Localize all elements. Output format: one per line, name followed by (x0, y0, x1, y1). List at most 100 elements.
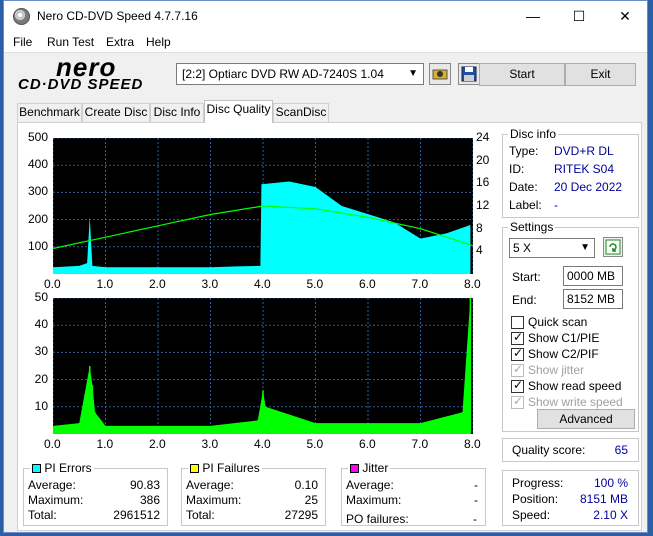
disc-id-label: ID: (509, 162, 525, 176)
window-title: Nero CD-DVD Speed 4.7.7.16 (37, 9, 198, 23)
tab-disc-quality[interactable]: Disc Quality (204, 100, 273, 123)
tab-disc-info[interactable]: Disc Info (150, 103, 204, 122)
settings-title: Settings (508, 220, 556, 234)
x-tick-label: 5.0 (306, 277, 324, 291)
end-label: End: (512, 293, 537, 307)
y-tick-label: 300 (27, 184, 48, 199)
speed-select-value: 5 X (513, 241, 532, 255)
title-bar: Nero CD-DVD Speed 4.7.7.16 — ☐ ✕ (4, 1, 647, 32)
pi-errors-chart (53, 138, 473, 274)
x-tick-label: 8.0 (464, 277, 481, 291)
x-tick-label: 8.0 (464, 437, 481, 451)
menu-file[interactable]: File (13, 35, 32, 49)
quick-scan-label: Quick scan (528, 315, 588, 329)
maximize-button[interactable]: ☐ (556, 1, 602, 32)
pi-errors-group: PI Errors Average: 90.83 Maximum: 386 To… (23, 461, 168, 526)
x-tick-label: 1.0 (96, 437, 114, 451)
settings-group: Settings 5 X ▼ Start: 0000 MB End: 8152 … (502, 220, 639, 432)
tab-create-disc[interactable]: Create Disc (82, 103, 150, 122)
jitter-max-label: Maximum: (346, 493, 402, 507)
menu-help[interactable]: Help (146, 35, 171, 49)
disc-info-group: Disc info Type: DVD+R DL ID: RITEK S04 D… (502, 127, 639, 218)
app-window: Nero CD-DVD Speed 4.7.7.16 — ☐ ✕ File Ru… (3, 0, 648, 533)
menu-run-test[interactable]: Run Test (47, 35, 94, 49)
disc-date-label: Date: (509, 180, 538, 194)
pi-errors-label: PI Errors (44, 461, 92, 475)
x-tick-label: 2.0 (149, 437, 166, 451)
chevron-down-icon: ▼ (408, 68, 418, 79)
pi-failures-avg-label: Average: (186, 478, 234, 492)
po-failures-value: - (473, 512, 477, 526)
jitter-legend (350, 464, 359, 473)
show-c2-checkbox[interactable] (511, 346, 524, 361)
pi-failures-label: PI Failures (202, 461, 260, 475)
y-tick-label: 500 (27, 130, 48, 144)
advanced-button[interactable]: Advanced (537, 409, 635, 429)
start-field[interactable]: 0000 MB (563, 266, 623, 286)
tab-benchmark[interactable]: Benchmark (17, 103, 82, 122)
x-tick-label: 6.0 (359, 277, 376, 291)
y2-tick-label: 20 (476, 152, 490, 167)
pi-failures-total: 27295 (284, 508, 318, 522)
pi-failures-legend (190, 464, 199, 473)
show-write-label: Show write speed (528, 395, 623, 409)
x-tick-label: 2.0 (149, 277, 166, 291)
show-read-label: Show read speed (528, 379, 622, 393)
pi-failures-group: PI Failures Average: 0.10 Maximum: 25 To… (181, 461, 326, 526)
x-tick-label: 1.0 (96, 277, 114, 291)
tab-scandisc[interactable]: ScanDisc (273, 103, 329, 122)
y2-tick-label: 16 (476, 175, 490, 190)
drive-select[interactable]: [2:2] Optiarc DVD RW AD-7240S 1.04 ▼ (176, 63, 424, 85)
pi-errors-max-label: Maximum: (28, 493, 84, 507)
refresh-drive-button[interactable] (429, 63, 451, 85)
save-button[interactable] (458, 63, 480, 85)
y-tick-label: 20 (34, 371, 48, 386)
pi-errors-avg: 90.83 (129, 478, 160, 492)
y2-tick-label: 24 (476, 130, 490, 144)
x-tick-label: 0.0 (44, 437, 61, 451)
quick-scan-checkbox[interactable] (511, 316, 524, 329)
disc-label-label: Label: (509, 198, 542, 212)
po-failures-label: PO failures: (346, 512, 409, 526)
position-value: 8151 MB (579, 492, 628, 506)
disc-id-value: RITEK S04 (554, 162, 615, 176)
refresh-icon (605, 239, 621, 255)
refresh-speed-button[interactable] (603, 237, 623, 257)
x-tick-label: 6.0 (359, 437, 376, 451)
y-tick-label: 400 (27, 157, 48, 172)
quality-score-label: Quality score: (512, 443, 586, 457)
pi-errors-avg-label: Average: (28, 478, 76, 492)
show-c1-checkbox[interactable] (511, 330, 524, 345)
x-tick-label: 4.0 (254, 277, 271, 291)
y-tick-label: 30 (34, 344, 48, 359)
position-label: Position: (512, 492, 559, 506)
jitter-label: Jitter (362, 461, 389, 475)
pi-failures-max: 25 (304, 493, 318, 507)
show-c2-label: Show C2/PIF (528, 347, 599, 361)
close-button[interactable]: ✕ (602, 1, 648, 32)
pi-failures-total-label: Total: (186, 508, 215, 522)
pi-errors-area (53, 181, 471, 274)
y2-tick-label: 4 (476, 243, 483, 258)
disc-icon (13, 8, 30, 25)
jitter-title: Jitter (348, 461, 391, 475)
show-c1-label: Show C1/PIE (528, 331, 600, 345)
x-tick-label: 5.0 (306, 437, 324, 451)
show-read-checkbox[interactable] (511, 378, 524, 393)
show-jitter-label: Show jitter (528, 363, 585, 377)
pi-failures-title: PI Failures (188, 461, 262, 475)
drive-select-value: [2:2] Optiarc DVD RW AD-7240S 1.04 (182, 67, 384, 81)
show-write-checkbox (511, 394, 524, 409)
disc-label-value: - (554, 198, 558, 212)
minimize-button[interactable]: — (510, 1, 556, 32)
progress-label: Progress: (512, 476, 564, 490)
speed-select[interactable]: 5 X ▼ (509, 238, 595, 258)
exit-button[interactable]: Exit (565, 63, 636, 86)
start-button[interactable]: Start (479, 63, 565, 86)
start-label: Start: (512, 270, 541, 284)
end-field[interactable]: 8152 MB (563, 289, 623, 309)
menu-extra[interactable]: Extra (106, 35, 134, 49)
progress-group: Progress: 100 % Position: 8151 MB Speed:… (502, 470, 639, 526)
disc-info-title: Disc info (508, 127, 559, 141)
pi-errors-title: PI Errors (30, 461, 94, 475)
